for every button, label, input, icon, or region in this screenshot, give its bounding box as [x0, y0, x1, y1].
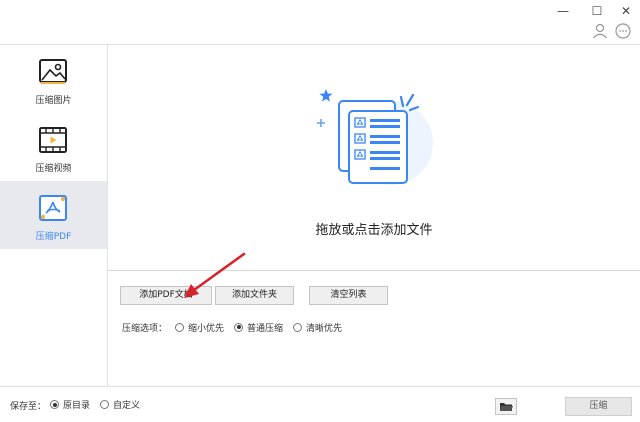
feedback-icon[interactable]	[614, 22, 632, 40]
sidebar-item-label: 压缩图片	[35, 96, 72, 106]
image-icon	[39, 59, 67, 84]
compress-options-label: 压缩选项：	[122, 323, 168, 334]
save-location-options: 原目录 自定义	[50, 398, 150, 411]
sidebar-item-label: 压缩视频	[35, 164, 72, 174]
sidebar-item-compress-video[interactable]: 压缩视频	[0, 113, 107, 181]
radio-button[interactable]	[100, 400, 110, 409]
option-label: 原目录	[63, 401, 91, 411]
drop-zone[interactable]: 拖放或点击添加文件	[108, 45, 640, 271]
sidebar-item-label: 压缩PDF	[35, 232, 72, 242]
user-icon[interactable]	[591, 22, 609, 40]
video-icon	[39, 127, 67, 153]
sidebar-item-compress-pdf[interactable]: 压缩PDF	[0, 181, 107, 249]
add-folder-button[interactable]: 添加文件夹	[215, 286, 294, 305]
sidebar-item-compress-image[interactable]: 压缩图片	[0, 45, 107, 113]
sidebar: 压缩图片 压缩视频 压缩PDF	[0, 44, 108, 386]
folder-open-icon	[500, 403, 513, 411]
clear-list-button[interactable]: 清空列表	[309, 286, 388, 305]
drop-zone-label: 拖放或点击添加文件	[315, 223, 433, 238]
save-to-label: 保存至：	[10, 402, 47, 412]
close-button[interactable]: ✕	[616, 2, 636, 20]
radio-button[interactable]	[293, 322, 303, 332]
main-panel: 拖放或点击添加文件 添加PDF文档 添加文件夹 清空列表 压缩选项： 缩小优先 …	[108, 44, 640, 386]
option-original-directory[interactable]: 原目录	[50, 398, 90, 411]
option-custom-directory[interactable]: 自定义	[100, 398, 140, 411]
radio-button[interactable]	[234, 322, 244, 332]
maximize-button[interactable]: ☐	[587, 2, 607, 20]
option-normal-compress[interactable]: 普通压缩	[234, 321, 283, 334]
compress-button[interactable]: 压缩	[565, 397, 632, 416]
title-bar: — ☐ ✕	[0, 0, 640, 44]
option-label: 自定义	[113, 401, 141, 411]
browse-folder-button[interactable]	[495, 398, 517, 415]
radio-button[interactable]	[50, 400, 59, 409]
option-label: 缩小优先	[188, 323, 225, 334]
option-clarity-first[interactable]: 清晰优先	[293, 321, 342, 334]
pdf-icon	[39, 195, 67, 221]
pdf-documents-illustration	[317, 89, 433, 185]
bottom-bar: 保存至： 原目录 自定义 压缩	[0, 386, 640, 422]
option-smaller-first[interactable]: 缩小优先	[175, 321, 224, 334]
add-pdf-button[interactable]: 添加PDF文档	[120, 286, 212, 305]
radio-button[interactable]	[175, 322, 185, 332]
minimize-button[interactable]: —	[553, 2, 573, 20]
option-label: 普通压缩	[247, 323, 284, 334]
compress-options: 压缩选项： 缩小优先 普通压缩 清晰优先	[122, 320, 352, 334]
option-label: 清晰优先	[306, 323, 343, 334]
